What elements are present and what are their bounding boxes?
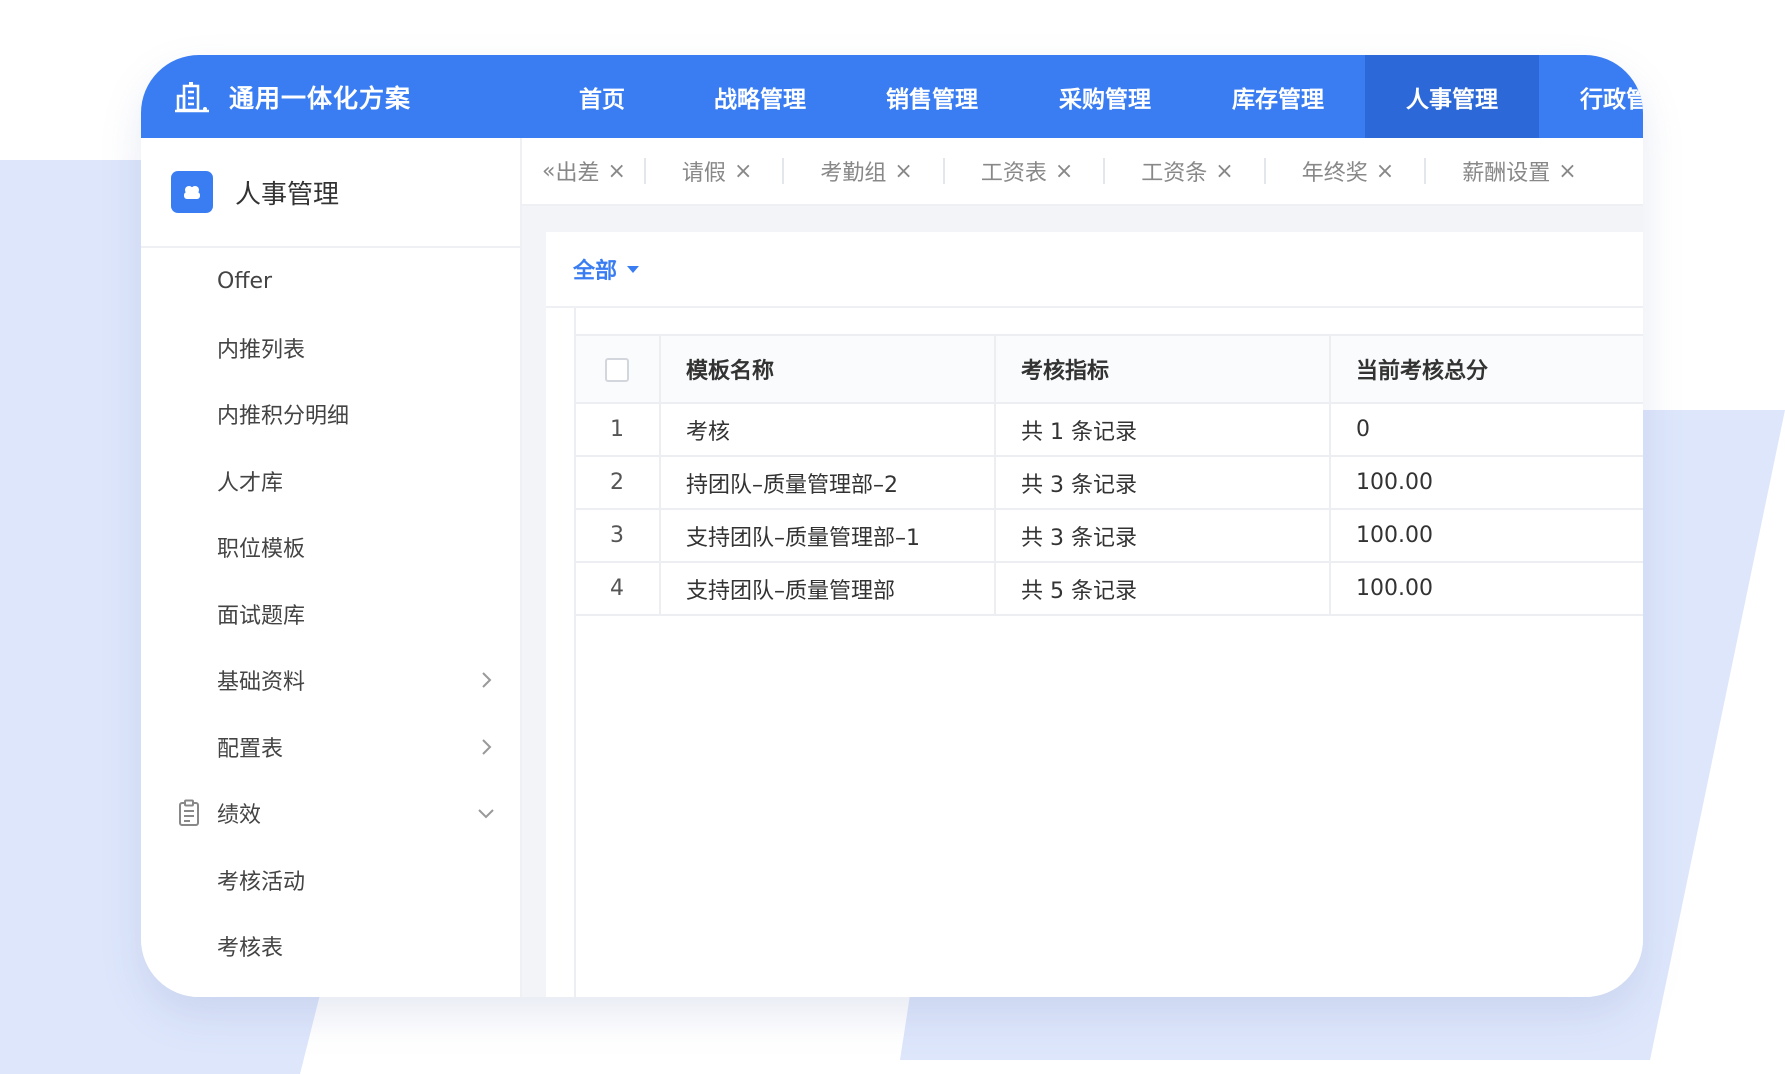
sidebar-item-label: 人才库 bbox=[217, 470, 284, 496]
nav-item-sales[interactable]: 销售管理 bbox=[845, 55, 1019, 138]
sidebar-item-review-activity[interactable]: 考核活动 bbox=[141, 847, 520, 914]
sidebar-item-interview-bank[interactable]: 面试题库 bbox=[141, 581, 520, 648]
table-border bbox=[574, 308, 576, 997]
sidebar-item-job-template[interactable]: 职位模板 bbox=[141, 514, 520, 581]
close-icon[interactable]: × bbox=[1215, 159, 1233, 184]
tab-payslip[interactable]: 工资条 × bbox=[1105, 138, 1263, 204]
hr-module-icon bbox=[171, 171, 213, 213]
nav-item-hr[interactable]: 人事管理 bbox=[1365, 55, 1539, 138]
sidebar-item-label: 考核表 bbox=[217, 936, 284, 962]
sidebar-item-referral-points[interactable]: 内推积分明细 bbox=[141, 381, 520, 448]
caret-down-icon[interactable] bbox=[627, 265, 640, 273]
template-name-cell[interactable]: 考核 bbox=[659, 402, 996, 457]
metric-cell[interactable]: 共 3 条记录 bbox=[994, 508, 1331, 563]
nav-item-strategy[interactable]: 战略管理 bbox=[675, 55, 845, 138]
brand[interactable]: 通用一体化方案 bbox=[175, 55, 411, 138]
sidebar-item-talent-pool[interactable]: 人才库 bbox=[141, 448, 520, 515]
sidebar-item-label: 内推积分明细 bbox=[217, 404, 350, 430]
close-icon[interactable]: × bbox=[1055, 159, 1073, 184]
tab-attendance-group[interactable]: 考勤组 × bbox=[784, 138, 942, 204]
template-name-cell[interactable]: 支持团队–质量管理部–1 bbox=[659, 508, 996, 563]
chevron-right-icon bbox=[482, 739, 492, 755]
sidebar-item-referral-list[interactable]: 内推列表 bbox=[141, 315, 520, 382]
sidebar-item-offer[interactable]: Offer bbox=[141, 248, 520, 315]
column-header-template-name[interactable]: 模板名称 bbox=[659, 334, 996, 404]
nav-item-home[interactable]: 首页 bbox=[529, 55, 675, 138]
table-row[interactable]: 3 支持团队–质量管理部–1 共 3 条记录 100.00 bbox=[574, 508, 1643, 563]
review-template-table: 模板名称 考核指标 当前考核总分 1 考核 共 1 条记录 0 2 持团队–质量… bbox=[574, 334, 1643, 616]
clipboard-icon bbox=[179, 799, 199, 827]
table-row[interactable]: 4 支持团队–质量管理部 共 5 条记录 100.00 bbox=[574, 561, 1643, 616]
sidebar-item-label: Offer bbox=[217, 268, 273, 294]
tab-label: 工资条 bbox=[1141, 161, 1208, 186]
sidebar-item-performance[interactable]: 绩效 bbox=[141, 780, 520, 847]
top-navbar: 通用一体化方案 首页 战略管理 销售管理 采购管理 库存管理 人事管理 行政管理 bbox=[141, 55, 1643, 138]
row-index: 2 bbox=[574, 455, 661, 510]
nav-item-inventory[interactable]: 库存管理 bbox=[1191, 55, 1365, 138]
score-cell: 100.00 bbox=[1329, 561, 1643, 616]
metric-cell[interactable]: 共 3 条记录 bbox=[994, 455, 1331, 510]
close-icon[interactable]: × bbox=[894, 159, 912, 184]
sidebar-title: 人事管理 bbox=[235, 179, 340, 210]
tab-label: 工资表 bbox=[980, 161, 1047, 186]
nav-item-purchasing[interactable]: 采购管理 bbox=[1019, 55, 1191, 138]
select-all-cell bbox=[574, 334, 661, 404]
tabs-scroll-left-icon[interactable]: « bbox=[542, 159, 555, 184]
tab-label: 请假 bbox=[681, 161, 726, 186]
close-icon[interactable]: × bbox=[1558, 159, 1576, 184]
metric-cell[interactable]: 共 5 条记录 bbox=[994, 561, 1331, 616]
close-icon[interactable]: × bbox=[734, 159, 752, 184]
sidebar-item-basic-data[interactable]: 基础资料 bbox=[141, 647, 520, 714]
nav-item-admin[interactable]: 行政管理 bbox=[1539, 55, 1643, 138]
row-index: 1 bbox=[574, 402, 661, 457]
building-icon bbox=[175, 81, 209, 112]
tab-label: 年终奖 bbox=[1301, 161, 1368, 186]
main-content: 全部 模板名称 考核指标 当前考核总分 1 考核 共 1 条记录 0 2 持团队… bbox=[522, 206, 1643, 997]
template-name-cell[interactable]: 持团队–质量管理部–2 bbox=[659, 455, 996, 510]
tab-salary-settings[interactable]: 薪酬设置 × bbox=[1426, 138, 1586, 204]
sidebar: 人事管理 Offer 内推列表 内推积分明细 人才库 职位模板 面试题库 基础资… bbox=[141, 138, 522, 997]
tab-business-trip[interactable]: « 出差 × bbox=[522, 138, 644, 204]
sidebar-item-label: 基础资料 bbox=[217, 670, 306, 696]
sidebar-item-label: 职位模板 bbox=[217, 537, 306, 563]
table-row[interactable]: 2 持团队–质量管理部–2 共 3 条记录 100.00 bbox=[574, 455, 1643, 510]
app-title: 通用一体化方案 bbox=[229, 83, 412, 113]
score-cell: 0 bbox=[1329, 402, 1643, 457]
app-window: 通用一体化方案 首页 战略管理 销售管理 采购管理 库存管理 人事管理 行政管理… bbox=[141, 55, 1643, 997]
metric-cell[interactable]: 共 1 条记录 bbox=[994, 402, 1331, 457]
sidebar-item-review-table[interactable]: 考核表 bbox=[141, 913, 520, 980]
sidebar-item-label: 配置表 bbox=[217, 736, 284, 762]
open-tabs-bar: « 出差 × 请假 × 考勤组 × 工资表 × 工资条 × 年终奖 × 薪酬设置… bbox=[522, 138, 1643, 206]
tab-year-end-bonus[interactable]: 年终奖 × bbox=[1266, 138, 1424, 204]
close-icon[interactable]: × bbox=[1376, 159, 1394, 184]
filter-dropdown-label[interactable]: 全部 bbox=[573, 253, 617, 285]
filter-bar: 全部 bbox=[546, 232, 1643, 308]
sidebar-item-label: 绩效 bbox=[217, 803, 262, 829]
chevron-down-icon bbox=[478, 809, 494, 819]
sidebar-header: 人事管理 bbox=[141, 138, 520, 248]
column-header-metric[interactable]: 考核指标 bbox=[994, 334, 1331, 404]
tab-label: 薪酬设置 bbox=[1462, 161, 1551, 186]
column-header-total-score[interactable]: 当前考核总分 bbox=[1329, 334, 1643, 404]
table-header-row: 模板名称 考核指标 当前考核总分 bbox=[574, 334, 1643, 404]
sidebar-item-label: 面试题库 bbox=[217, 603, 306, 629]
select-all-checkbox[interactable] bbox=[605, 357, 629, 382]
sidebar-item-label: 内推列表 bbox=[217, 337, 306, 363]
close-icon[interactable]: × bbox=[607, 159, 625, 184]
row-index: 3 bbox=[574, 508, 661, 563]
table-row[interactable]: 1 考核 共 1 条记录 0 bbox=[574, 402, 1643, 457]
sidebar-item-config-table[interactable]: 配置表 bbox=[141, 714, 520, 781]
row-index: 4 bbox=[574, 561, 661, 616]
tab-payroll[interactable]: 工资表 × bbox=[945, 138, 1103, 204]
tab-label: 出差 bbox=[555, 161, 600, 186]
sidebar-item-label: 考核活动 bbox=[217, 869, 306, 895]
score-cell: 100.00 bbox=[1329, 455, 1643, 510]
chevron-right-icon bbox=[482, 672, 492, 688]
template-name-cell[interactable]: 支持团队–质量管理部 bbox=[659, 561, 996, 616]
tab-label: 考勤组 bbox=[820, 161, 887, 186]
main-nav: 首页 战略管理 销售管理 采购管理 库存管理 人事管理 行政管理 bbox=[529, 55, 1643, 138]
score-cell: 100.00 bbox=[1329, 508, 1643, 563]
tab-leave[interactable]: 请假 × bbox=[646, 138, 782, 204]
table-container: 模板名称 考核指标 当前考核总分 1 考核 共 1 条记录 0 2 持团队–质量… bbox=[546, 308, 1643, 997]
